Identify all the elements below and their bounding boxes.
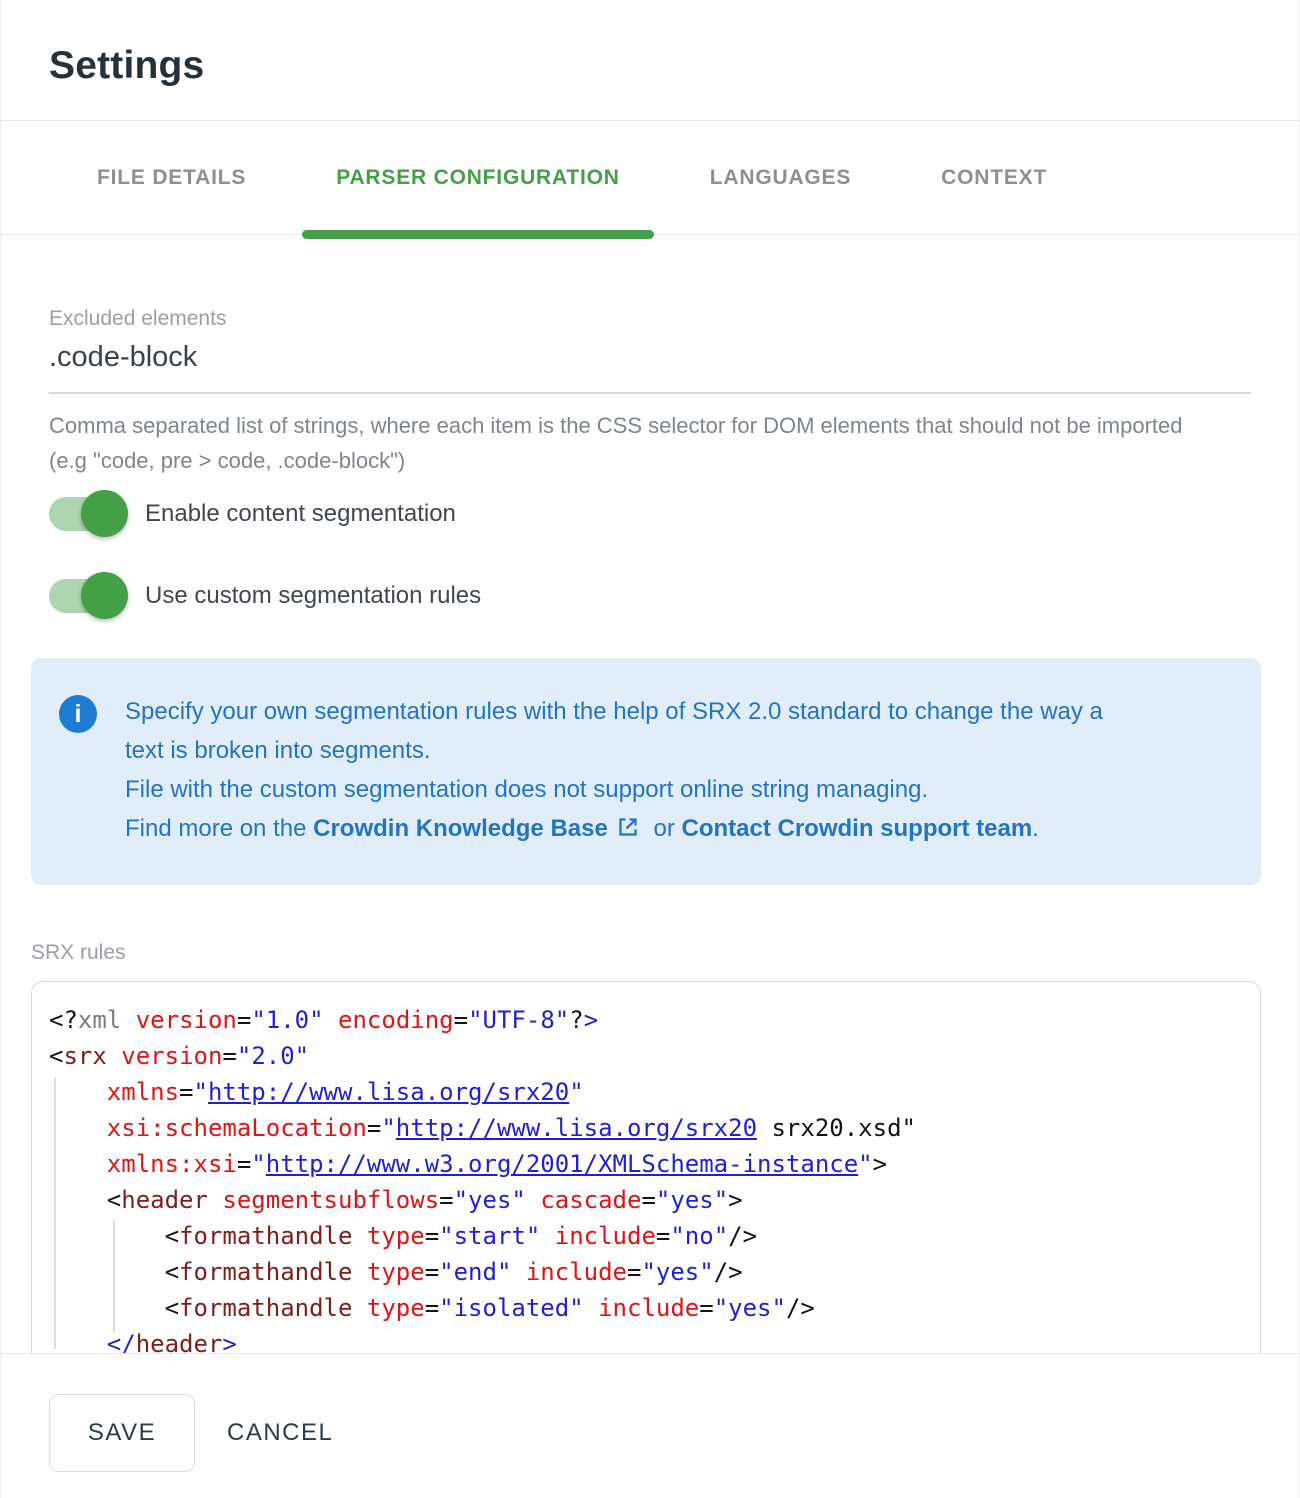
tab-languages[interactable]: LANGUAGES xyxy=(676,121,885,234)
code-line: <header segmentsubflows="yes" cascade="y… xyxy=(49,1182,1260,1218)
info-links-prefix: Find more on the xyxy=(125,815,313,842)
excluded-elements-label: Excluded elements xyxy=(49,307,1251,331)
tab-file-details[interactable]: FILE DETAILS xyxy=(63,121,280,234)
dialog-header: Settings xyxy=(1,0,1299,121)
knowledge-base-link[interactable]: Crowdin Knowledge Base xyxy=(313,815,608,842)
contact-support-link[interactable]: Contact Crowdin support team xyxy=(682,815,1033,842)
code-line: <srx version="2.0" xyxy=(49,1038,1260,1074)
excluded-elements-input[interactable] xyxy=(49,331,1251,394)
toggle-knob xyxy=(81,490,128,537)
srx-rules-label: SRX rules xyxy=(31,941,1251,965)
tab-label: LANGUAGES xyxy=(710,166,851,190)
info-links-line: Find more on the Crowdin Knowledge Base … xyxy=(125,809,1135,851)
code-line: xsi:schemaLocation="http://www.lisa.org/… xyxy=(49,1110,1260,1146)
toggles: Enable content segmentation Use custom se… xyxy=(49,490,1251,620)
info-sentence: File with the custom segmentation does n… xyxy=(125,770,1135,809)
dialog-footer: SAVE CANCEL xyxy=(1,1353,1299,1472)
info-icon: i xyxy=(59,695,97,733)
toggle-knob xyxy=(81,572,128,619)
toggle-label: Enable content segmentation xyxy=(145,500,456,528)
code-line: xmlns:xsi="http://www.w3.org/2001/XMLSch… xyxy=(49,1146,1260,1182)
srx-code-editor[interactable]: <?xml version="1.0" encoding="UTF-8"?><s… xyxy=(31,981,1261,1353)
code-line: <formathandle type="end" include="yes"/> xyxy=(49,1254,1260,1290)
indent-guide xyxy=(113,1220,115,1332)
toggle-enable-content-segmentation[interactable] xyxy=(49,497,123,531)
page-title: Settings xyxy=(49,44,1251,88)
info-links-suffix: . xyxy=(1032,815,1039,842)
active-tab-indicator xyxy=(302,230,654,239)
tab-label: FILE DETAILS xyxy=(97,166,246,190)
settings-dialog: Settings FILE DETAILS PARSER CONFIGURATIO… xyxy=(0,0,1300,1498)
info-sentence: Specify your own segmentation rules with… xyxy=(125,692,1135,770)
code-line: xmlns="http://www.lisa.org/srx20" xyxy=(49,1074,1260,1110)
info-links-middle: or xyxy=(647,815,682,842)
toggle-use-custom-segmentation-rules[interactable] xyxy=(49,579,123,613)
external-link-icon[interactable] xyxy=(616,812,640,851)
code-line: <formathandle type="start" include="no"/… xyxy=(49,1218,1260,1254)
tab-context[interactable]: CONTEXT xyxy=(907,121,1081,234)
toggle-row: Use custom segmentation rules xyxy=(49,572,1251,620)
tab-parser-configuration[interactable]: PARSER CONFIGURATION xyxy=(302,121,654,234)
tab-label: CONTEXT xyxy=(941,166,1047,190)
toggle-row: Enable content segmentation xyxy=(49,490,1251,538)
cancel-button[interactable]: CANCEL xyxy=(227,1419,333,1447)
srx-code-lines: <?xml version="1.0" encoding="UTF-8"?><s… xyxy=(49,1002,1260,1353)
save-button[interactable]: SAVE xyxy=(49,1394,195,1472)
indent-guide xyxy=(54,1078,56,1349)
tab-label: PARSER CONFIGURATION xyxy=(336,166,620,190)
tabs: FILE DETAILS PARSER CONFIGURATION LANGUAGE… xyxy=(1,121,1299,235)
code-line: <formathandle type="isolated" include="y… xyxy=(49,1290,1260,1326)
code-line: <?xml version="1.0" encoding="UTF-8"?> xyxy=(49,1002,1260,1038)
info-text: Specify your own segmentation rules with… xyxy=(125,692,1135,851)
toggle-label: Use custom segmentation rules xyxy=(145,582,481,610)
excluded-elements-help: Comma separated list of strings, where e… xyxy=(49,408,1199,478)
parser-configuration-panel: Excluded elements Comma separated list o… xyxy=(1,307,1299,1353)
info-box: i Specify your own segmentation rules wi… xyxy=(31,658,1261,885)
code-line: </header> xyxy=(49,1326,1260,1353)
